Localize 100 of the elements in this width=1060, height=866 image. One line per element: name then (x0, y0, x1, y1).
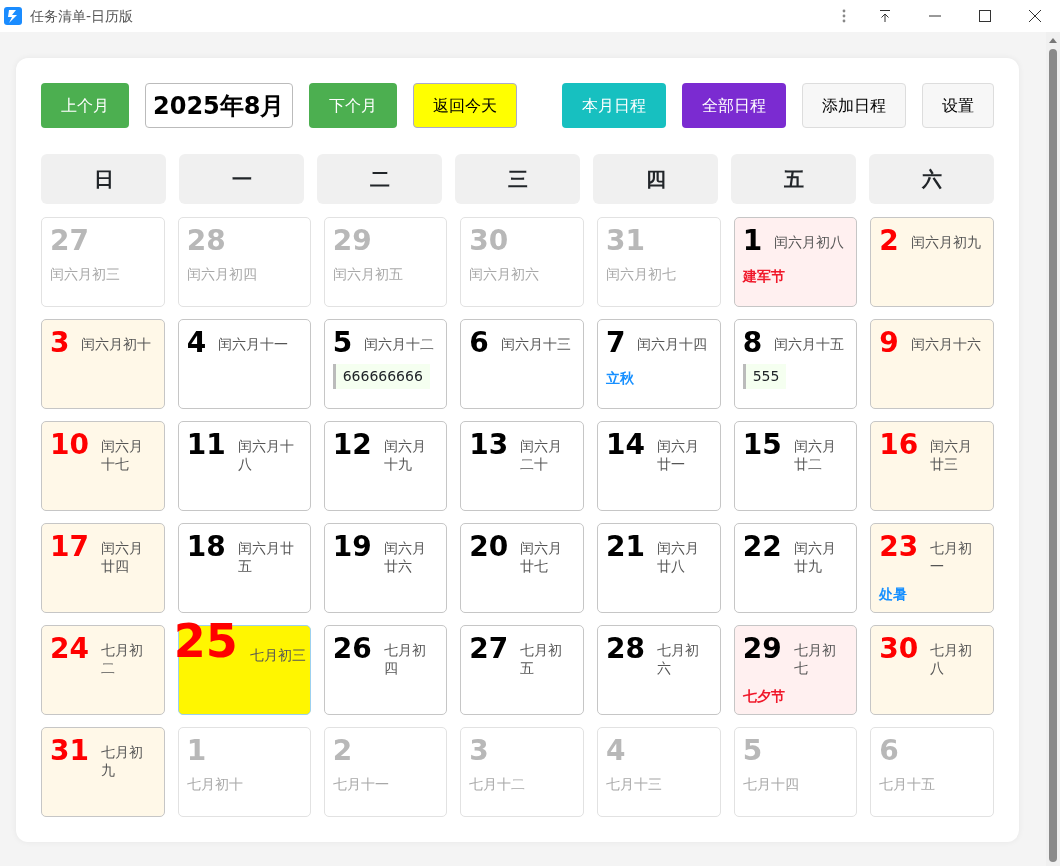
lunar-date: 闰六月初十 (81, 335, 152, 354)
lunar-date: 闰六月十七 (100, 437, 144, 474)
day-number: 19 (332, 532, 372, 563)
lunar-date: 闰六月廿八 (656, 539, 700, 576)
lunar-date: 闰六月十三 (500, 335, 571, 354)
lunar-date: 闰六月初六 (469, 264, 541, 283)
day-number: 16 (879, 430, 919, 461)
event-chip[interactable]: 666666666 (332, 363, 430, 389)
lunar-date: 七月初五 (520, 641, 564, 678)
lunar-date: 七月十三 (606, 774, 663, 793)
lunar-date: 闰六月初三 (50, 264, 121, 283)
day-cell[interactable]: 4 闰六月十一 (177, 319, 311, 409)
day-number: 24 (50, 634, 89, 665)
lunar-date: 闰六月初九 (910, 233, 981, 252)
app-logo-icon (4, 7, 22, 25)
weekday-header: 一 (179, 154, 304, 204)
lunar-date: 闰六月廿六 (383, 539, 427, 576)
day-number: 18 (186, 532, 226, 563)
lunar-date: 闰六月初七 (606, 264, 677, 283)
day-cell[interactable]: 1 闰六月初八 建军节 (733, 217, 858, 307)
weekday-header: 四 (593, 154, 718, 204)
day-number: 27 (50, 226, 90, 257)
event-chip[interactable]: 555 (742, 363, 787, 389)
day-number: 1 (742, 226, 763, 257)
lunar-date: 闰六月初五 (332, 264, 404, 283)
day-number: 21 (606, 532, 645, 563)
weekday-header: 日 (41, 154, 166, 204)
lunar-date: 闰六月廿三 (930, 437, 974, 474)
toolbar-button[interactable]: 设置 (922, 83, 994, 128)
day-number: 4 (606, 736, 627, 767)
lunar-date: 闰六月廿五 (237, 539, 295, 576)
weekday-header: 五 (731, 154, 856, 204)
lunar-date: 闰六月二十 (520, 437, 564, 474)
day-number: 14 (606, 430, 645, 461)
day-cell[interactable]: 7 闰六月十四 立秋 (597, 319, 721, 409)
lunar-date: 闰六月廿一 (656, 437, 700, 474)
weekday-header: 二 (317, 154, 442, 204)
day-number: 9 (879, 328, 899, 359)
festival-label: 立秋 (606, 368, 634, 388)
scroll-up-icon[interactable] (1049, 38, 1057, 43)
lunar-date: 七月十一 (332, 774, 390, 793)
day-number: 10 (50, 430, 89, 461)
lunar-date: 七月初六 (656, 641, 700, 678)
day-cell[interactable]: 8 闰六月十五 555 (733, 319, 858, 409)
day-number: 6 (469, 328, 489, 359)
day-number: 20 (469, 532, 509, 563)
lunar-date: 七月初七 (793, 641, 837, 678)
day-number: 17 (50, 532, 89, 563)
lunar-date: 七月十五 (879, 774, 937, 793)
lunar-date: 七月初八 (930, 641, 974, 678)
day-number: 4 (186, 328, 207, 359)
lunar-date: 闰六月初四 (186, 264, 258, 283)
lunar-date: 七月初九 (100, 743, 144, 780)
lunar-date: 闰六月廿二 (793, 437, 837, 474)
day-number: 28 (186, 226, 227, 257)
day-number: 29 (332, 226, 373, 257)
toolbar-button[interactable]: 全部日程 (682, 83, 786, 128)
day-number: 26 (332, 634, 372, 665)
scrollbar[interactable] (1046, 32, 1060, 866)
day-number: 8 (742, 328, 763, 359)
weekday-header: 三 (455, 154, 580, 204)
day-number: 5 (742, 736, 764, 767)
lunar-date: 七月十二 (469, 774, 527, 793)
day-cell[interactable]: 2 闰六月初九 (870, 217, 994, 307)
day-number: 7 (606, 328, 626, 359)
day-number: 31 (50, 736, 89, 767)
lunar-date: 七月初一 (930, 539, 974, 576)
day-number: 3 (469, 736, 490, 767)
day-number: 12 (332, 430, 372, 461)
window-title: 任务清单-日历版 (30, 6, 134, 26)
scrollbar-thumb[interactable] (1049, 49, 1057, 862)
day-number: 22 (742, 532, 782, 563)
day-number: 30 (879, 634, 919, 665)
day-number: 29 (742, 634, 782, 665)
lunar-date: 闰六月初八 (774, 233, 845, 252)
day-number: 13 (469, 430, 509, 461)
day-cell[interactable]: 5 闰六月十二 666666666 (323, 319, 448, 409)
day-number: 28 (606, 634, 645, 665)
day-cell[interactable]: 6 闰六月十三 (460, 319, 584, 409)
month-display: 2025年8月 (145, 83, 293, 128)
day-number: 30 (469, 226, 510, 257)
lunar-date: 闰六月十二 (364, 335, 435, 354)
lunar-date: 七月初四 (383, 641, 427, 678)
lunar-date: 闰六月廿七 (520, 539, 564, 576)
day-number: 1 (186, 736, 208, 767)
day-cell[interactable]: 9 闰六月十六 (870, 319, 994, 409)
lunar-date: 闰六月十九 (383, 437, 427, 474)
day-number: 6 (879, 736, 900, 767)
day-cell[interactable]: 3 闰六月初十 (41, 319, 165, 409)
lunar-date: 七月初二 (100, 641, 144, 678)
today-button[interactable]: 返回今天 (412, 83, 517, 128)
festival-label: 处暑 (879, 585, 908, 605)
toolbar-button[interactable]: 添加日程 (802, 83, 906, 128)
day-number: 23 (879, 532, 919, 563)
festival-label: 七夕节 (742, 687, 785, 707)
lunar-date: 闰六月十四 (637, 335, 708, 354)
lunar-date: 闰六月十五 (774, 335, 845, 354)
day-number: 31 (606, 226, 646, 257)
lunar-date: 闰六月十一 (218, 335, 289, 354)
lunar-date: 闰六月十八 (237, 437, 295, 474)
